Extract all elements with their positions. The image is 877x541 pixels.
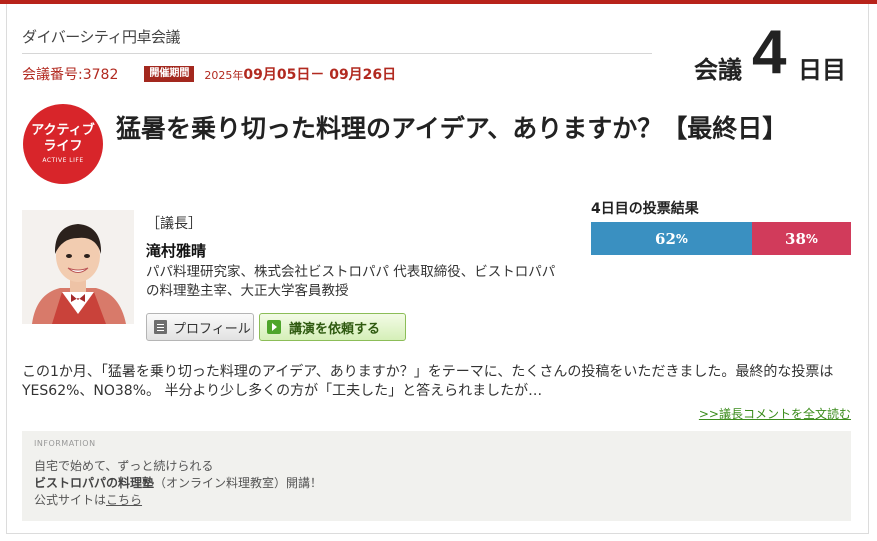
information-label: INFORMATION bbox=[34, 439, 96, 448]
active-life-category-logo[interactable]: アクティブ ライフ ACTIVE LIFE bbox=[23, 104, 103, 184]
info-line2: ビストロパパの料理塾（オンライン料理教室）開講！ bbox=[34, 475, 839, 492]
period-range: 09月05日－ 09月26日 bbox=[243, 67, 397, 83]
vote-no-unit: % bbox=[805, 231, 818, 246]
meeting-number: 会議番号:3782 bbox=[22, 67, 119, 83]
info-line2-rest: （オンライン料理教室）開講！ bbox=[154, 476, 323, 490]
profile-button[interactable]: プロフィール bbox=[146, 313, 254, 341]
page-title: 猛暑を乗り切った料理のアイデア、ありますか？【最終日】 bbox=[116, 114, 788, 143]
header-divider bbox=[22, 53, 652, 54]
vote-result-title: 4日目の投票結果 bbox=[591, 201, 699, 217]
day-counter: 会議 4 日目 bbox=[694, 18, 854, 87]
logo-line3: ACTIVE LIFE bbox=[42, 157, 84, 164]
play-arrow-icon bbox=[267, 320, 281, 334]
period-year: 2025年 bbox=[204, 69, 244, 82]
vote-no-segment: 38% bbox=[752, 222, 851, 255]
logo-line2: ライフ bbox=[43, 139, 83, 154]
info-school-name: ビストロパパの料理塾 bbox=[34, 476, 155, 490]
chair-comment-excerpt: この1か月、「猛暑を乗り切った料理のアイデア、ありますか？」をテーマに、たくさん… bbox=[22, 364, 834, 399]
vote-result-bar: 62% 38% bbox=[591, 222, 851, 255]
info-site-prefix: 公式サイトは bbox=[34, 493, 107, 507]
vote-no-value: 38 bbox=[785, 229, 806, 248]
chairperson-photo bbox=[22, 210, 134, 324]
meeting-meta: 会議番号:3782 開催期間 2025年09月05日－ 09月26日 bbox=[22, 64, 396, 84]
page: ダイバーシティ円卓会議 会議番号:3782 開催期間 2025年09月05日－ … bbox=[0, 0, 877, 541]
chairperson-name: 滝村雅晴 bbox=[146, 242, 207, 260]
meeting-period: 2025年09月05日－ 09月26日 bbox=[204, 64, 396, 84]
info-line3: 公式サイトはこちら bbox=[34, 492, 839, 509]
information-box: INFORMATION 自宅で始めて、ずっと続けられる ビストロパパの料理塾（オ… bbox=[22, 431, 851, 521]
profile-document-icon bbox=[154, 320, 167, 334]
period-badge: 開催期間 bbox=[144, 66, 195, 82]
request-lecture-button[interactable]: 講演を依頼する bbox=[259, 313, 406, 341]
info-line1: 自宅で始めて、ずっと続けられる bbox=[34, 459, 214, 473]
day-counter-prefix: 会議 bbox=[694, 56, 742, 84]
official-site-link[interactable]: こちら bbox=[106, 493, 142, 507]
vote-yes-segment: 62% bbox=[591, 222, 752, 255]
chairperson-description: パパ料理研究家、株式会社ビストロパパ 代表取締役、ビストロパパの料理塾主宰、大正… bbox=[146, 264, 556, 299]
request-lecture-label: 講演を依頼する bbox=[289, 321, 381, 337]
profile-button-label: プロフィール bbox=[173, 321, 251, 337]
chairperson-role: ［議長］ bbox=[146, 216, 202, 232]
vote-yes-unit: % bbox=[675, 231, 688, 246]
site-brand[interactable]: ダイバーシティ円卓会議 bbox=[22, 26, 181, 47]
logo-line1: アクティブ bbox=[31, 123, 95, 138]
read-full-comment-link[interactable]: >>議長コメントを全文読む bbox=[699, 405, 851, 422]
vote-yes-value: 62 bbox=[655, 229, 676, 248]
day-counter-suffix: 日目 bbox=[798, 56, 846, 84]
day-counter-number: 4 bbox=[752, 18, 787, 87]
chairperson-portrait-image bbox=[22, 210, 134, 324]
